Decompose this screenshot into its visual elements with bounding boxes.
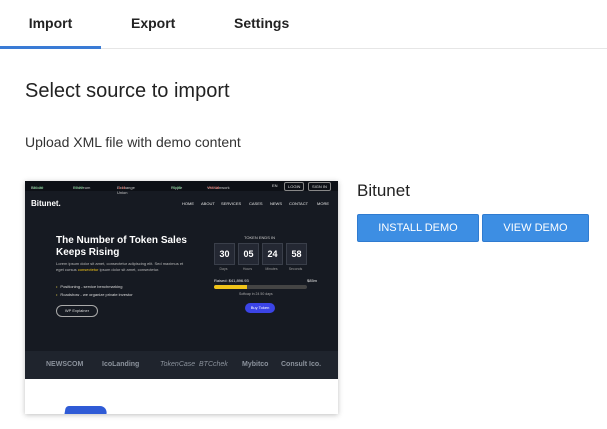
preview-menu-item: NEWS: [270, 201, 282, 206]
preview-raised-goal: $85m: [307, 278, 318, 283]
demo-name: Bitunet: [357, 181, 410, 200]
preview-menu-item: CASES: [249, 201, 263, 206]
demo-thumbnail-card[interactable]: Bitcoin +10.00 Ethereum +6.22 Exchange U…: [25, 181, 338, 414]
preview-partners-strip: NEWSCOM IcoLanding TokenCase BTCchek Myb…: [25, 351, 338, 379]
preview-lang: EN: [272, 183, 278, 188]
partner-logo: BTCchek: [199, 361, 228, 368]
tab-export[interactable]: Export: [131, 0, 175, 46]
tab-bar: Import Export Settings: [0, 0, 607, 49]
partner-logo: Mybitco: [242, 361, 269, 368]
countdown-label: Hours: [242, 267, 253, 271]
preview-signin: SIGN IN: [308, 182, 331, 191]
preview-hero-description: Lorem ipsum dolor sit amet, consectetur …: [56, 261, 184, 272]
partner-logo: TokenCase: [160, 361, 196, 368]
preview-progress-fill: [214, 285, 247, 289]
preview-wp-button: WP Explainer: [56, 305, 98, 317]
partner-logo: IcoLanding: [102, 361, 140, 368]
preview-bullet: Positioning - service benchmarking: [56, 284, 122, 289]
preview-menu-item: HOME: [182, 201, 194, 206]
preview-login: LOGIN: [284, 182, 305, 191]
preview-token-label: TOKEN ENDS IN: [244, 235, 276, 240]
preview-logo: Bitunet.: [31, 199, 61, 208]
countdown-label: Seconds: [288, 267, 303, 271]
preview-ticker-bar: Bitcoin +10.00 Ethereum +6.22 Exchange U…: [25, 181, 338, 195]
preview-buy-button: Buy Token: [245, 303, 275, 313]
install-demo-button[interactable]: INSTALL DEMO: [357, 214, 479, 242]
preview-menu-item: MORE: [317, 201, 329, 206]
preview-lower-section: [25, 379, 338, 414]
preview-menu-item: SERVICES: [221, 201, 242, 206]
demo-preview-image: Bitcoin +10.00 Ethereum +6.22 Exchange U…: [25, 181, 338, 379]
preview-graphic: [64, 406, 108, 414]
preview-progress-bar: [214, 285, 307, 289]
countdown-minutes: 24: [262, 243, 283, 265]
preview-menu-item: CONTACT: [289, 201, 309, 206]
preview-bullet: Roadshow - we organize private investor: [56, 292, 132, 297]
tab-settings[interactable]: Settings: [234, 0, 289, 46]
preview-softcap: Softcap in 24 50 days: [239, 292, 273, 296]
upload-description: Upload XML file with demo content: [25, 134, 241, 150]
preview-raised-label: Raised: $41,896.93: [214, 278, 249, 283]
preview-menu-item: ABOUT: [201, 201, 215, 206]
countdown-hours: 05: [238, 243, 259, 265]
partner-logo: Consult Ico.: [281, 361, 322, 368]
countdown-label: Days: [219, 267, 228, 271]
preview-hero-title: The Number of Token Sales Keeps Rising: [56, 235, 187, 258]
countdown-days: 30: [214, 243, 235, 265]
countdown-label: Minutes: [265, 267, 278, 271]
view-demo-button[interactable]: VIEW DEMO: [482, 214, 589, 242]
page-title: Select source to import: [25, 80, 230, 102]
partner-logo: NEWSCOM: [46, 361, 84, 368]
preview-navbar: Bitunet. HOME ABOUT SERVICES CASES NEWS …: [25, 193, 338, 213]
countdown-seconds: 58: [286, 243, 307, 265]
tab-import[interactable]: Import: [0, 0, 101, 49]
